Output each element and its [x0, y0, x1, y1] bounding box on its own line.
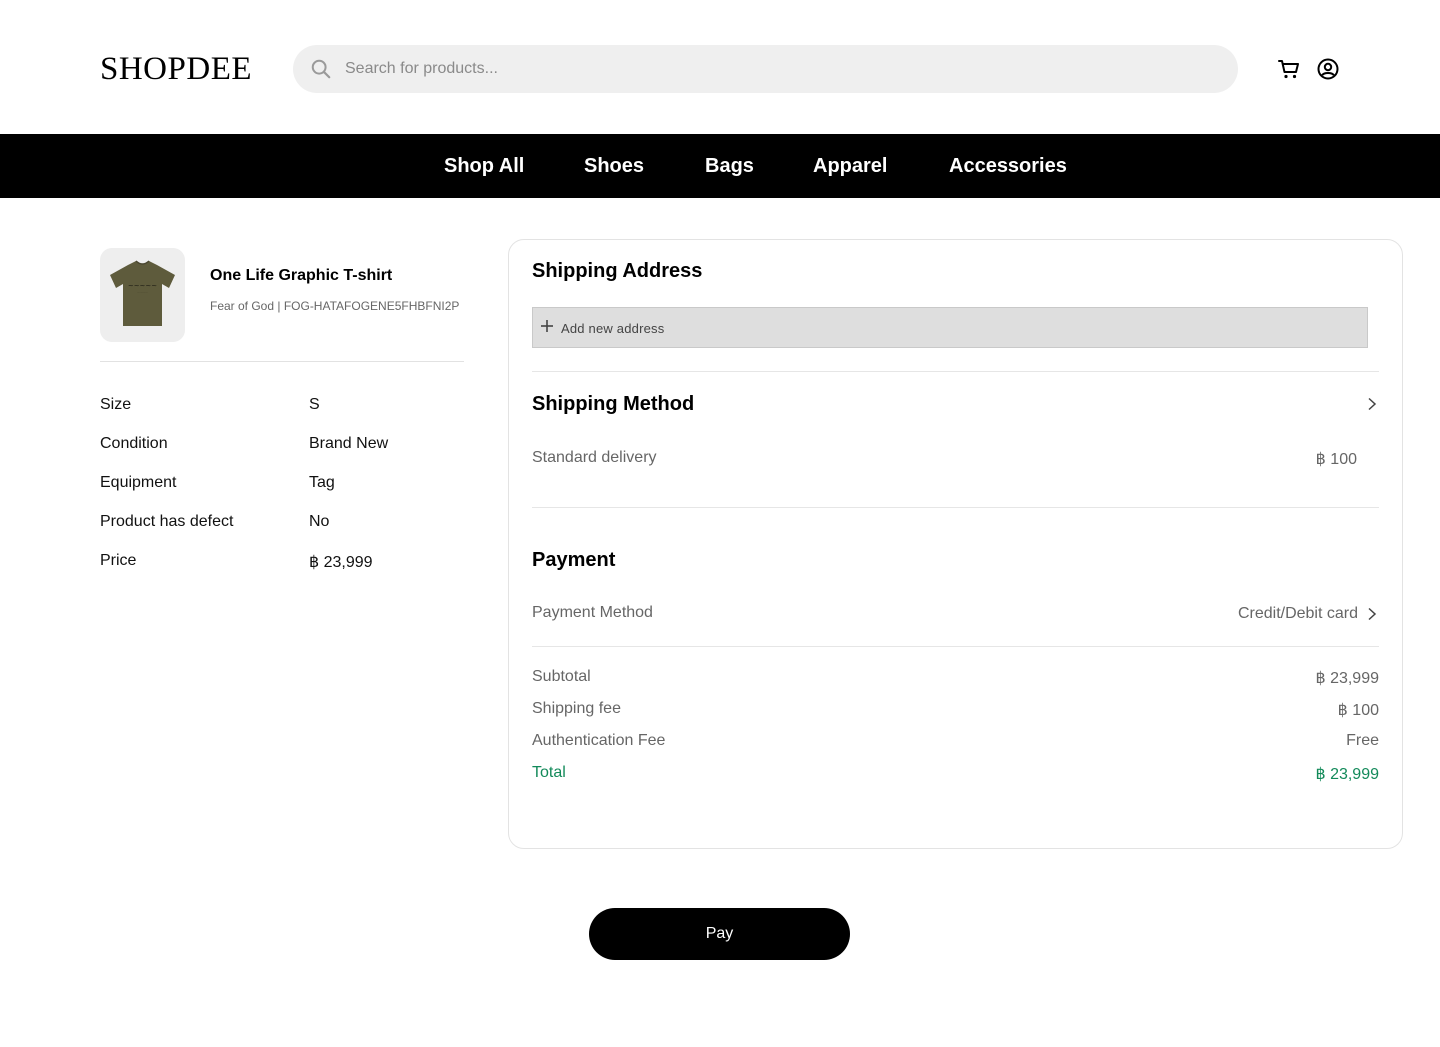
total-label: Total	[532, 764, 566, 781]
tshirt-image: ~~~~~ ············	[110, 260, 175, 326]
add-address-button[interactable]: Add new address	[532, 307, 1368, 348]
nav-item-shoes[interactable]: Shoes	[584, 134, 644, 198]
payment-title: Payment	[532, 549, 616, 571]
payment-method-label: Payment Method	[532, 604, 653, 621]
add-address-label: Add new address	[561, 321, 665, 336]
spec-label-size: Size	[100, 396, 132, 413]
spec-label-price: Price	[100, 552, 137, 569]
payment-method-value[interactable]: Credit/Debit card	[1238, 605, 1358, 623]
divider	[532, 371, 1379, 372]
account-icon[interactable]	[1316, 57, 1340, 81]
divider	[532, 507, 1379, 508]
pay-button[interactable]: Pay	[589, 908, 850, 960]
product-thumbnail: ~~~~~ ············	[100, 248, 185, 342]
svg-text:············: ············	[137, 290, 148, 294]
subtotal-label: Subtotal	[532, 668, 591, 685]
divider	[532, 646, 1379, 647]
spec-label-condition: Condition	[100, 435, 168, 452]
shipping-fee-value: ฿ 100	[1337, 702, 1379, 719]
spec-label-equipment: Equipment	[100, 474, 177, 491]
nav-item-shop-all[interactable]: Shop All	[444, 134, 524, 198]
chevron-right-icon[interactable]	[1366, 607, 1378, 621]
nav-item-apparel[interactable]: Apparel	[813, 134, 887, 198]
category-nav: Shop All Shoes Bags Apparel Accessories	[0, 134, 1440, 198]
authentication-fee-label: Authentication Fee	[532, 732, 666, 749]
cart-icon[interactable]	[1277, 57, 1301, 81]
logo[interactable]: SHOPDEE	[100, 50, 252, 88]
spec-label-defect: Product has defect	[100, 513, 234, 530]
svg-text:~~~~~: ~~~~~	[128, 282, 157, 290]
shipping-address-title: Shipping Address	[532, 260, 703, 282]
nav-item-accessories[interactable]: Accessories	[949, 134, 1067, 198]
spec-value-equipment: Tag	[309, 474, 335, 491]
shipping-option-price: ฿ 100	[1315, 451, 1357, 468]
spec-value-condition: Brand New	[309, 435, 389, 452]
chevron-right-icon[interactable]	[1366, 397, 1378, 411]
header: SHOPDEE	[0, 0, 1440, 134]
product-name: One Life Graphic T-shirt	[210, 267, 393, 284]
spec-value-price: ฿ 23,999	[309, 554, 373, 571]
subtotal-value: ฿ 23,999	[1315, 670, 1379, 687]
shipping-method-title: Shipping Method	[532, 393, 695, 415]
nav-item-bags[interactable]: Bags	[705, 134, 754, 198]
plus-icon	[541, 320, 553, 332]
spec-value-defect: No	[309, 513, 330, 530]
search-input[interactable]	[345, 45, 1205, 93]
search-icon	[311, 59, 331, 79]
authentication-fee-value: Free	[1346, 732, 1379, 749]
shipping-fee-label: Shipping fee	[532, 700, 621, 717]
shipping-option-label[interactable]: Standard delivery	[532, 449, 657, 467]
search-bar[interactable]	[293, 45, 1238, 93]
divider	[100, 361, 464, 362]
product-brand-sku: Fear of God | FOG-HATAFOGENE5FHBFNI2P	[210, 299, 460, 313]
total-value: ฿ 23,999	[1315, 766, 1379, 783]
spec-value-size: S	[309, 396, 320, 413]
